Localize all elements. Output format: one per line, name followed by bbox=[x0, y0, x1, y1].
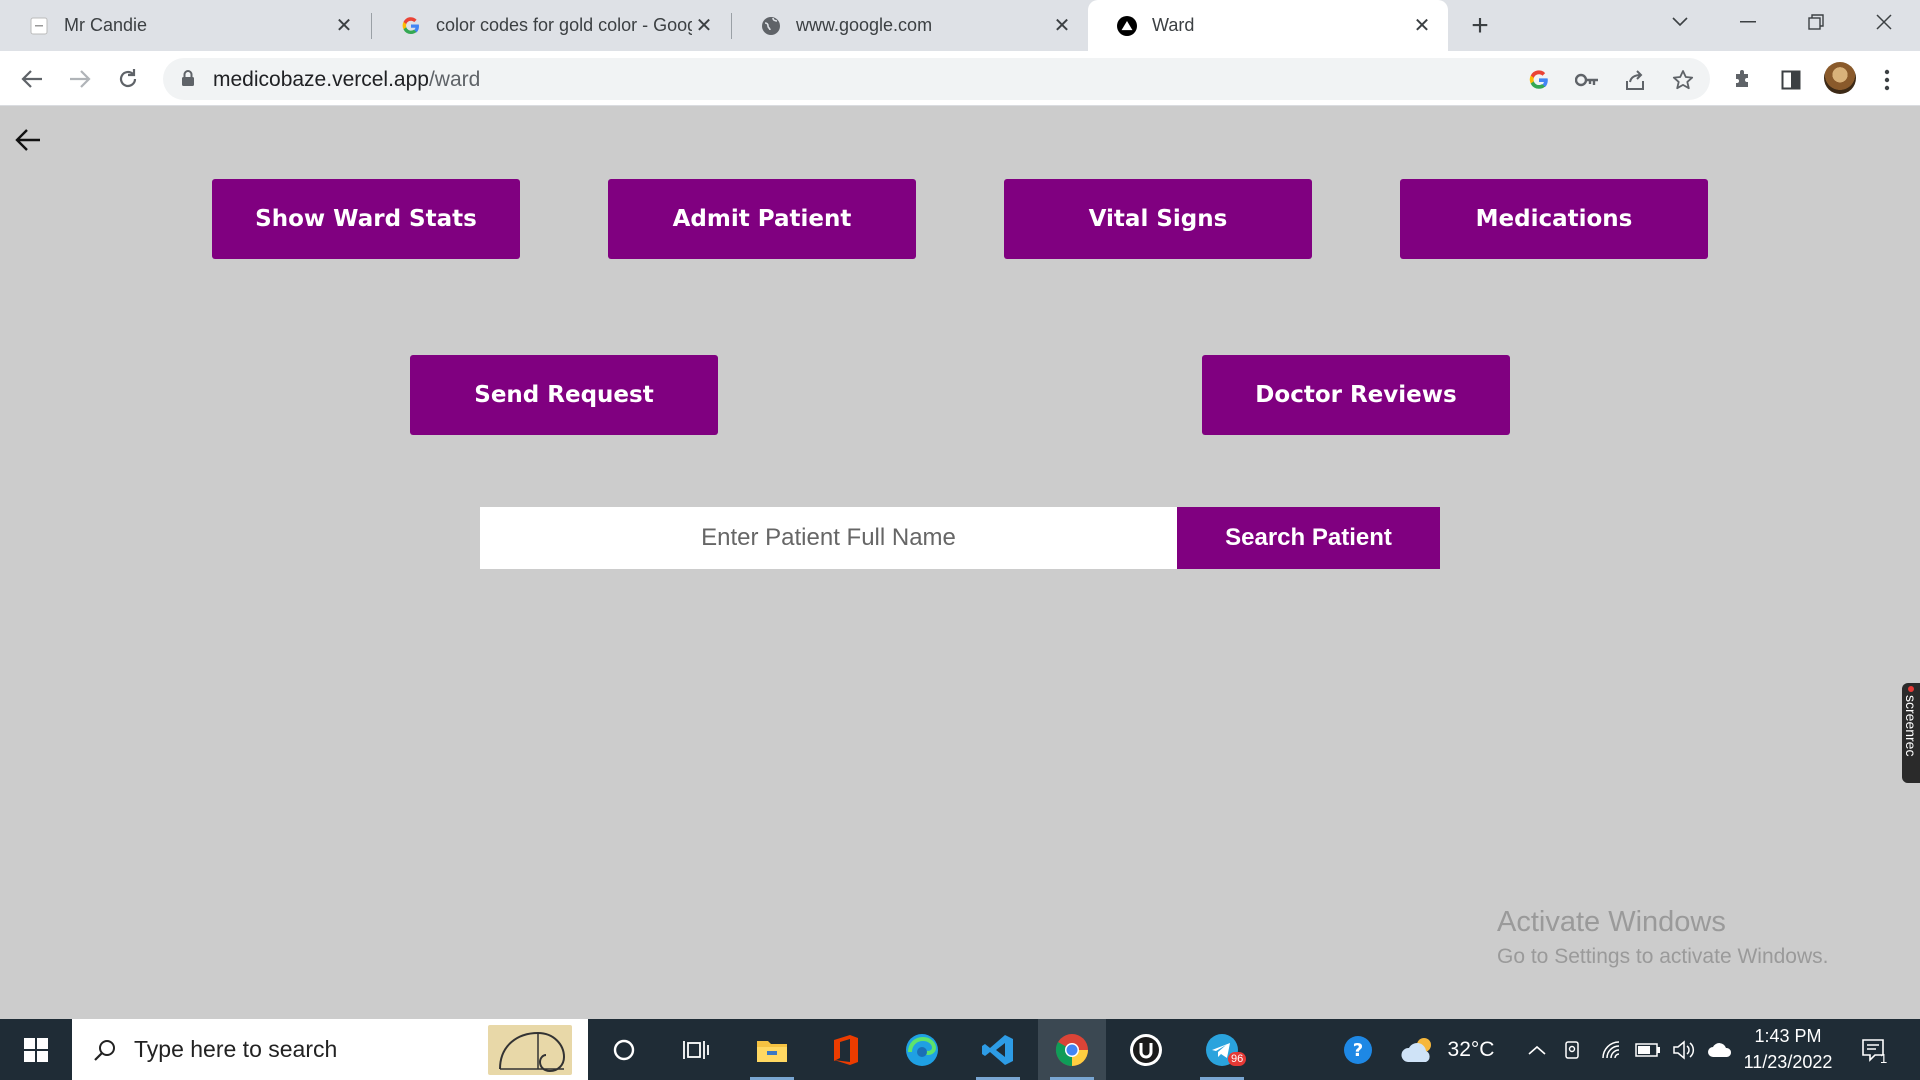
new-tab-icon[interactable]: + bbox=[1464, 9, 1496, 42]
lock-icon[interactable] bbox=[181, 69, 201, 89]
tab-mr-candie[interactable]: Mr Candie ✕ bbox=[0, 0, 370, 51]
windows-start-icon[interactable] bbox=[0, 1019, 72, 1080]
chrome-icon[interactable] bbox=[1038, 1019, 1106, 1080]
record-dot-icon bbox=[1908, 686, 1914, 692]
admit-patient-button[interactable]: Admit Patient bbox=[608, 179, 916, 259]
svg-text:?: ? bbox=[1353, 1040, 1363, 1061]
side-panel-icon[interactable] bbox=[1778, 67, 1804, 93]
search-patient-button[interactable]: Search Patient bbox=[1177, 507, 1440, 569]
volume-icon[interactable] bbox=[1668, 1019, 1700, 1080]
tab-title: Ward bbox=[1152, 15, 1195, 35]
clock-date: 11/23/2022 bbox=[1743, 1052, 1833, 1072]
url-text: medicobaze.vercel.app/ward bbox=[213, 68, 480, 92]
taskbar-search-placeholder: Type here to search bbox=[134, 1036, 338, 1062]
tab-gold-color-codes[interactable]: color codes for gold color - Goog ✕ bbox=[372, 0, 730, 51]
meet-now-icon[interactable] bbox=[1558, 1019, 1588, 1080]
google-icon bbox=[401, 16, 421, 36]
menu-kebab-icon[interactable] bbox=[1874, 67, 1900, 93]
upwork-u-icon[interactable] bbox=[1112, 1019, 1180, 1080]
activate-windows-watermark: Activate Windows Go to Settings to activ… bbox=[1497, 906, 1829, 969]
url-domain: medicobaze.vercel.app bbox=[213, 68, 429, 91]
telegram-badge: 96 bbox=[1228, 1052, 1247, 1066]
system-clock[interactable]: 1:43 PM 11/23/2022 bbox=[1738, 1023, 1838, 1075]
forward-icon[interactable] bbox=[62, 61, 98, 97]
close-tab-icon[interactable]: ✕ bbox=[332, 14, 356, 38]
taskbar-search-box[interactable]: Type here to search bbox=[72, 1019, 588, 1080]
share-icon[interactable] bbox=[1622, 67, 1648, 93]
tab-strip: Mr Candie ✕ color codes for gold color -… bbox=[0, 0, 1920, 51]
close-tab-icon[interactable]: ✕ bbox=[1050, 14, 1074, 38]
tab-search-icon[interactable] bbox=[1646, 0, 1714, 44]
partly-cloudy-icon bbox=[1401, 1037, 1431, 1062]
reload-icon[interactable] bbox=[110, 61, 146, 97]
wifi-icon[interactable] bbox=[1596, 1019, 1628, 1080]
notification-count: 1 bbox=[1880, 1051, 1888, 1066]
weather-widget[interactable]: 32°C bbox=[1392, 1019, 1502, 1080]
tab-title: color codes for gold color - Goog bbox=[436, 15, 692, 35]
telegram-icon[interactable]: 96 bbox=[1188, 1019, 1256, 1080]
patient-name-search-input[interactable] bbox=[480, 507, 1177, 569]
vercel-icon bbox=[1117, 15, 1137, 36]
send-request-button[interactable]: Send Request bbox=[410, 355, 718, 435]
close-tab-icon[interactable]: ✕ bbox=[1410, 14, 1434, 38]
back-icon[interactable] bbox=[14, 61, 50, 97]
extensions-icon[interactable] bbox=[1730, 67, 1756, 93]
office-icon[interactable] bbox=[812, 1019, 880, 1080]
close-tab-icon[interactable]: ✕ bbox=[692, 14, 716, 38]
doctor-reviews-button[interactable]: Doctor Reviews bbox=[1202, 355, 1510, 435]
task-view-icon[interactable] bbox=[662, 1019, 730, 1080]
tab-google[interactable]: www.google.com ✕ bbox=[732, 0, 1088, 51]
browser-toolbar: medicobaze.vercel.app/ward bbox=[0, 51, 1920, 106]
minimize-icon[interactable] bbox=[1714, 0, 1782, 44]
google-lens-icon[interactable] bbox=[1526, 67, 1552, 93]
key-icon[interactable] bbox=[1574, 67, 1600, 93]
battery-icon[interactable] bbox=[1632, 1019, 1664, 1080]
tab-title: Mr Candie bbox=[64, 15, 148, 35]
restore-icon[interactable] bbox=[1782, 0, 1850, 44]
medications-button[interactable]: Medications bbox=[1400, 179, 1708, 259]
search-icon bbox=[90, 1035, 120, 1065]
url-path: /ward bbox=[428, 68, 481, 91]
screenrec-widget[interactable]: screenrec bbox=[1902, 683, 1920, 783]
clock-time: 1:43 PM bbox=[1754, 1026, 1822, 1046]
watermark-subtitle: Go to Settings to activate Windows. bbox=[1497, 945, 1829, 968]
vscode-icon[interactable] bbox=[964, 1019, 1032, 1080]
tab-ward[interactable]: Ward ✕ bbox=[1088, 0, 1448, 51]
watermark-title: Activate Windows bbox=[1497, 906, 1726, 938]
notifications-icon[interactable]: 1 bbox=[1852, 1019, 1896, 1080]
cortana-icon[interactable] bbox=[590, 1019, 658, 1080]
screenrec-label: screenrec bbox=[1903, 695, 1919, 757]
show-ward-stats-button[interactable]: Show Ward Stats bbox=[212, 179, 520, 259]
weather-temperature: 32°C bbox=[1447, 1037, 1495, 1061]
document-icon bbox=[29, 16, 49, 36]
help-icon[interactable]: ? bbox=[1336, 1019, 1380, 1080]
profile-avatar[interactable] bbox=[1824, 62, 1856, 94]
edge-icon[interactable] bbox=[888, 1019, 956, 1080]
onedrive-cloud-icon[interactable] bbox=[1704, 1019, 1736, 1080]
back-arrow-icon[interactable] bbox=[12, 124, 44, 156]
vital-signs-button[interactable]: Vital Signs bbox=[1004, 179, 1312, 259]
search-highlight-image[interactable] bbox=[488, 1025, 572, 1075]
file-explorer-icon[interactable] bbox=[738, 1019, 806, 1080]
show-hidden-icons-chevron-icon[interactable] bbox=[1522, 1019, 1552, 1080]
address-bar[interactable]: medicobaze.vercel.app/ward bbox=[163, 58, 1710, 100]
windows-taskbar: Type here to search 96 ? 32°C 1:43 PM 11… bbox=[0, 1019, 1920, 1080]
bookmark-star-icon[interactable] bbox=[1670, 67, 1696, 93]
ward-page: Show Ward Stats Admit Patient Vital Sign… bbox=[0, 106, 1920, 1019]
globe-icon bbox=[761, 16, 781, 36]
close-window-icon[interactable] bbox=[1850, 0, 1918, 44]
tab-title: www.google.com bbox=[796, 15, 933, 35]
